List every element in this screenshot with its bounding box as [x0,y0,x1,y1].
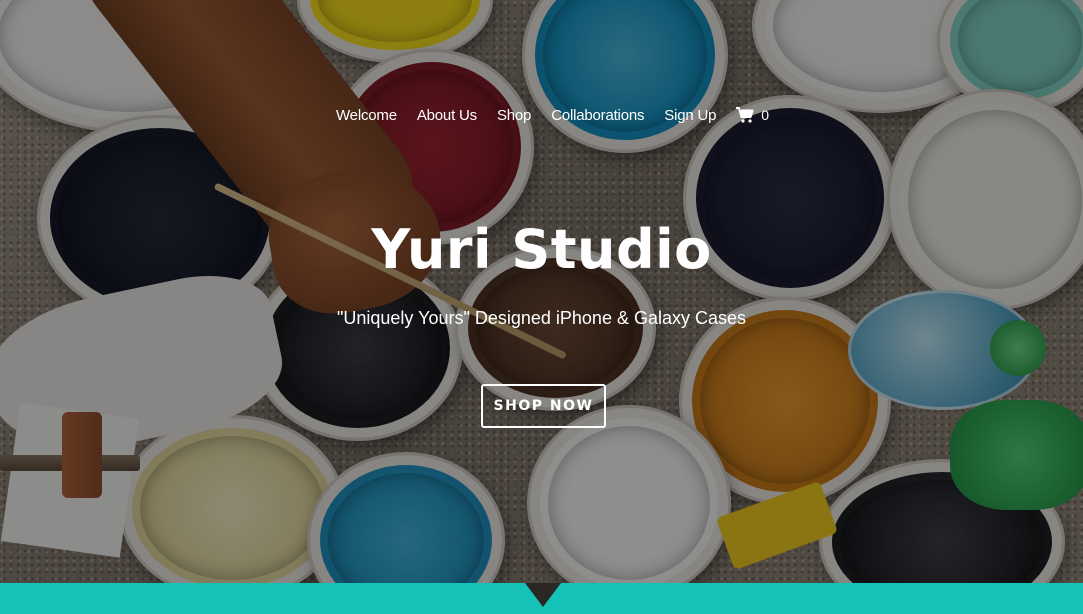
main-nav: Welcome About Us Shop Collaborations Sig… [336,104,769,126]
cart-button[interactable]: 0 [736,107,769,123]
hero-dark-overlay [0,0,1083,583]
nav-item-shop[interactable]: Shop [497,107,531,124]
hero-section: Welcome About Us Shop Collaborations Sig… [0,0,1083,583]
cart-count: 0 [761,107,770,123]
nav-item-welcome[interactable]: Welcome [336,107,397,124]
nav-item-sign-up[interactable]: Sign Up [664,107,716,124]
section-divider-arrow [525,583,561,607]
shop-now-button[interactable]: SHOP NOW [481,384,606,428]
site-tagline: "Uniquely Yours" Designed iPhone & Galax… [336,308,747,328]
nav-item-about-us[interactable]: About Us [417,107,477,124]
shopping-cart-icon [736,107,754,123]
nav-item-collaborations[interactable]: Collaborations [551,107,644,124]
site-title: Yuri Studio [371,218,712,281]
